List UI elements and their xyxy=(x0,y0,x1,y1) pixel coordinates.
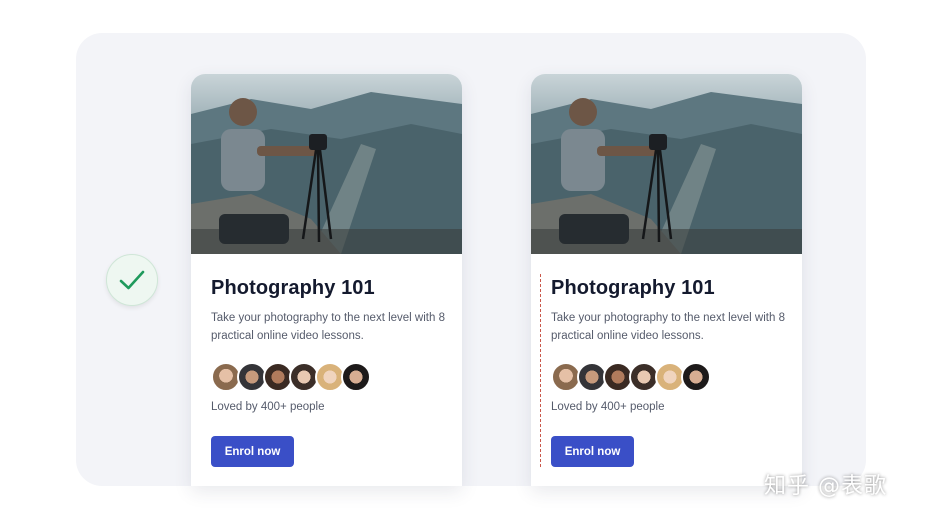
course-description: Take your photography to the next level … xyxy=(211,312,445,342)
avatar-group xyxy=(211,362,446,392)
course-title: Photography 101 xyxy=(211,277,375,299)
course-card-right: Photography 101 Take your photography to… xyxy=(531,74,802,486)
loved-by-text: Loved by 400+ people xyxy=(211,401,325,413)
enrol-button[interactable]: Enrol now xyxy=(551,436,634,467)
course-hero-image xyxy=(191,74,462,254)
avatar-group xyxy=(551,362,786,392)
checkmark-icon xyxy=(119,270,145,290)
course-title: Photography 101 xyxy=(551,277,715,299)
watermark: 知乎 @表歌 xyxy=(764,474,887,499)
avatar xyxy=(681,362,711,392)
course-card-left: Photography 101 Take your photography to… xyxy=(191,74,462,486)
loved-by-text: Loved by 400+ people xyxy=(551,401,665,413)
alignment-guide-line xyxy=(540,274,541,467)
card-body: Photography 101 Take your photography to… xyxy=(211,274,446,467)
avatar xyxy=(341,362,371,392)
course-description: Take your photography to the next level … xyxy=(551,312,785,342)
course-hero-image xyxy=(531,74,802,254)
card-body: Photography 101 Take your photography to… xyxy=(551,274,786,467)
enrol-button[interactable]: Enrol now xyxy=(211,436,294,467)
check-badge xyxy=(106,254,158,306)
